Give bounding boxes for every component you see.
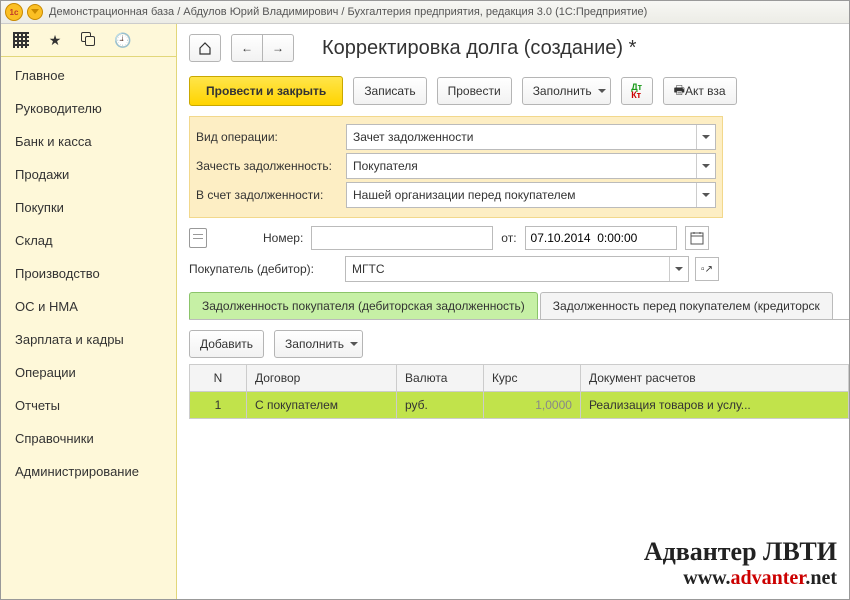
apps-grid-icon[interactable] xyxy=(13,32,29,48)
titlebar: 1c Демонстрационная база / Абдулов Юрий … xyxy=(1,1,849,24)
clipboard-icon[interactable] xyxy=(81,32,97,48)
against-select[interactable]: Нашей организации перед покупателем xyxy=(346,182,716,208)
chevron-down-icon xyxy=(696,125,715,149)
watermark-line2: www.advanter.net xyxy=(644,567,837,590)
sidebar-item-12[interactable]: Администрирование xyxy=(1,455,176,488)
sidebar-item-8[interactable]: Зарплата и кадры xyxy=(1,323,176,356)
op-label: Вид операции: xyxy=(196,130,346,144)
chevron-down-icon xyxy=(598,89,606,93)
sidebar-item-3[interactable]: Продажи xyxy=(1,158,176,191)
favorites-star-icon[interactable]: ★ xyxy=(47,32,63,48)
col-rate: Курс xyxy=(483,365,580,392)
top-nav: ← → Корректировка долга (создание) * xyxy=(189,34,849,62)
against-label: В счет задолженности: xyxy=(196,188,346,202)
main-area: ← → Корректировка долга (создание) * Про… xyxy=(177,24,849,600)
open-buyer-button[interactable]: ▫↗ xyxy=(695,257,719,281)
page-title: Корректировка долга (создание) * xyxy=(322,37,636,60)
add-row-button[interactable]: Добавить xyxy=(189,330,264,358)
chevron-down-icon xyxy=(696,183,715,207)
buyer-select[interactable]: МГТС xyxy=(345,256,689,282)
sidebar-separator xyxy=(1,56,176,57)
buyer-row: Покупатель (дебитор): МГТС ▫↗ xyxy=(189,256,849,282)
act-button[interactable]: 🖶 Акт вза xyxy=(663,77,737,105)
body: ★ 🕘 ГлавноеРуководителюБанк и кассаПрода… xyxy=(1,24,849,600)
app-logo-icon: 1c xyxy=(5,3,23,21)
date-input[interactable] xyxy=(525,226,677,250)
table-row[interactable]: 1С покупателемруб.1,0000Реализация товар… xyxy=(190,392,849,419)
debt-select[interactable]: Покупателя xyxy=(346,153,716,179)
tab-creditor[interactable]: Задолженность перед покупателем (кредито… xyxy=(540,292,833,319)
buyer-label: Покупатель (дебитор): xyxy=(189,262,339,276)
col-contract: Договор xyxy=(247,365,397,392)
tabs: Задолженность покупателя (дебиторская за… xyxy=(189,292,849,320)
fill-rows-button[interactable]: Заполнить xyxy=(274,330,363,358)
sidebar-item-5[interactable]: Склад xyxy=(1,224,176,257)
sidebar: ★ 🕘 ГлавноеРуководителюБанк и кассаПрода… xyxy=(1,24,177,600)
debt-table: N Договор Валюта Курс Документ расчетов … xyxy=(189,364,849,419)
action-toolbar: Провести и закрыть Записать Провести Зап… xyxy=(189,76,849,106)
tab-body: Добавить Заполнить N Договор Валюта Курс… xyxy=(189,320,849,429)
sidebar-item-10[interactable]: Отчеты xyxy=(1,389,176,422)
tab-debtor[interactable]: Задолженность покупателя (дебиторская за… xyxy=(189,292,538,319)
history-clock-icon[interactable]: 🕘 xyxy=(115,32,131,48)
op-select[interactable]: Зачет задолженности xyxy=(346,124,716,150)
sidebar-item-6[interactable]: Производство xyxy=(1,257,176,290)
chevron-down-icon xyxy=(350,342,358,346)
titlebar-text: Демонстрационная база / Абдулов Юрий Вла… xyxy=(49,6,647,18)
debt-label: Зачесть задолженность: xyxy=(196,159,346,173)
nav-group: ← → xyxy=(231,34,294,62)
sidebar-item-2[interactable]: Банк и касса xyxy=(1,125,176,158)
sidebar-item-4[interactable]: Покупки xyxy=(1,191,176,224)
chevron-down-icon xyxy=(669,257,688,281)
fill-button[interactable]: Заполнить xyxy=(522,77,611,105)
post-button[interactable]: Провести xyxy=(437,77,512,105)
sidebar-icon-bar: ★ 🕘 xyxy=(1,24,176,54)
sidebar-item-1[interactable]: Руководителю xyxy=(1,92,176,125)
number-row: Номер: от: xyxy=(189,226,849,250)
operation-form: Вид операции: Зачет задолженности Зачест… xyxy=(189,116,723,218)
col-doc: Документ расчетов xyxy=(580,365,848,392)
titlebar-dropdown-icon[interactable] xyxy=(27,4,43,20)
watermark: Адвантер ЛВТИ www.advanter.net xyxy=(644,537,837,590)
sidebar-item-0[interactable]: Главное xyxy=(1,59,176,92)
notes-icon[interactable] xyxy=(189,228,207,248)
sidebar-item-9[interactable]: Операции xyxy=(1,356,176,389)
calendar-button[interactable] xyxy=(685,226,709,250)
col-n: N xyxy=(190,365,247,392)
nav-forward-button[interactable]: → xyxy=(263,34,294,62)
number-input[interactable] xyxy=(311,226,493,250)
chevron-down-icon xyxy=(696,154,715,178)
from-label: от: xyxy=(501,231,516,245)
num-label: Номер: xyxy=(263,231,303,245)
col-cur: Валюта xyxy=(396,365,483,392)
home-button[interactable] xyxy=(189,34,221,62)
sidebar-item-11[interactable]: Справочники xyxy=(1,422,176,455)
app-window: 1c Демонстрационная база / Абдулов Юрий … xyxy=(0,0,850,600)
nav-back-button[interactable]: ← xyxy=(231,34,263,62)
dtkt-button[interactable]: ДтКт xyxy=(621,77,653,105)
watermark-line1: Адвантер ЛВТИ xyxy=(644,537,837,567)
save-button[interactable]: Записать xyxy=(353,77,426,105)
sidebar-item-7[interactable]: ОС и НМА xyxy=(1,290,176,323)
post-and-close-button[interactable]: Провести и закрыть xyxy=(189,76,343,106)
